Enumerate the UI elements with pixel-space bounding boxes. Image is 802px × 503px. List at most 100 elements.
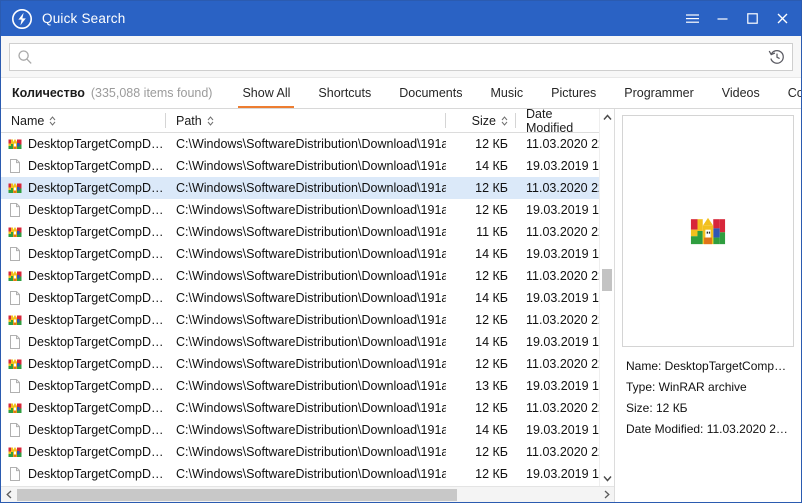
cell-path: C:\Windows\SoftwareDistribution\Download… bbox=[176, 137, 446, 151]
cell-name: DesktopTargetCompDB... bbox=[1, 221, 166, 243]
cell-path: C:\Windows\SoftwareDistribution\Download… bbox=[176, 291, 446, 305]
winrar-archive-icon bbox=[7, 224, 23, 240]
results-list[interactable]: DesktopTargetCompDB... C:\Windows\Softwar… bbox=[1, 133, 614, 486]
column-header-path[interactable]: Path bbox=[166, 109, 446, 132]
cell-path: C:\Windows\SoftwareDistribution\Download… bbox=[176, 203, 446, 217]
winrar-archive-icon bbox=[7, 312, 23, 328]
cell-path: C:\Windows\SoftwareDistribution\Download… bbox=[176, 467, 446, 481]
chevron-down-icon[interactable] bbox=[600, 470, 614, 486]
cell-name: DesktopTargetCompDB... bbox=[1, 243, 166, 265]
table-row[interactable]: DesktopTargetCompDB... C:\Windows\Softwar… bbox=[1, 155, 614, 177]
vertical-scrollbar[interactable] bbox=[599, 109, 614, 486]
cell-path: C:\Windows\SoftwareDistribution\Download… bbox=[176, 335, 446, 349]
table-row[interactable]: DesktopTargetCompDB... C:\Windows\Softwar… bbox=[1, 353, 614, 375]
sort-arrows-icon bbox=[207, 115, 214, 127]
history-icon[interactable] bbox=[768, 48, 786, 66]
cell-size: 12 КБ bbox=[475, 313, 508, 327]
column-header-row: Name Path Size Date Modified bbox=[1, 106, 614, 135]
cell-name: DesktopTargetCompDB... bbox=[1, 397, 166, 419]
cell-name: DesktopTargetCompDB... bbox=[1, 177, 166, 199]
count-label: Количество bbox=[12, 86, 85, 100]
window-controls bbox=[677, 5, 797, 33]
window-title: Quick Search bbox=[42, 11, 126, 26]
horizontal-scrollbar-track[interactable] bbox=[17, 487, 598, 503]
column-header-size-label: Size bbox=[471, 113, 496, 128]
vertical-scrollbar-thumb[interactable] bbox=[602, 269, 612, 291]
maximize-icon[interactable] bbox=[737, 5, 767, 33]
cell-name: DesktopTargetCompDB... bbox=[1, 199, 166, 221]
tab-music[interactable]: Music bbox=[476, 78, 537, 108]
table-row[interactable]: DesktopTargetCompDB... C:\Windows\Softwar… bbox=[1, 287, 614, 309]
table-row[interactable]: DesktopTargetCompDB... C:\Windows\Softwar… bbox=[1, 221, 614, 243]
search-box[interactable] bbox=[9, 43, 793, 71]
detail-size: Size: 12 КБ bbox=[626, 401, 688, 415]
items-found-label: (335,088 items found) bbox=[90, 86, 213, 100]
table-row[interactable]: DesktopTargetCompDB... C:\Windows\Softwar… bbox=[1, 375, 614, 397]
column-header-path-label: Path bbox=[176, 113, 202, 128]
quick-search-window: Quick Search Количество (335,088 items f… bbox=[0, 0, 802, 503]
file-name-label: DesktopTargetCompDB... bbox=[28, 335, 166, 349]
content-body: Name Path Size Date Modified DesktopTarg… bbox=[1, 106, 801, 502]
winrar-archive-icon bbox=[7, 136, 23, 152]
search-input[interactable] bbox=[33, 44, 768, 70]
table-row[interactable]: DesktopTargetCompDB... C:\Windows\Softwar… bbox=[1, 441, 614, 463]
detail-type: Type: WinRAR archive bbox=[626, 380, 747, 394]
tab-programmer[interactable]: Programmer bbox=[610, 78, 707, 108]
chevron-up-icon[interactable] bbox=[600, 109, 614, 125]
cell-name: DesktopTargetCompDB... bbox=[1, 155, 166, 177]
cell-name: DesktopTargetCompDB... bbox=[1, 133, 166, 155]
cell-name: DesktopTargetCompDB... bbox=[1, 419, 166, 441]
tab-compression[interactable]: Compression bbox=[774, 78, 801, 108]
file-name-label: DesktopTargetCompDB... bbox=[28, 247, 166, 261]
winrar-archive-icon bbox=[687, 210, 729, 252]
cell-path: C:\Windows\SoftwareDistribution\Download… bbox=[176, 357, 446, 371]
blank-document-icon bbox=[7, 378, 23, 394]
blank-document-icon bbox=[7, 466, 23, 482]
chevron-left-icon[interactable] bbox=[1, 487, 17, 503]
cell-path: C:\Windows\SoftwareDistribution\Download… bbox=[176, 181, 446, 195]
cell-path: C:\Windows\SoftwareDistribution\Download… bbox=[176, 445, 446, 459]
column-header-date-modified-label: Date Modified bbox=[526, 106, 574, 135]
cell-path: C:\Windows\SoftwareDistribution\Download… bbox=[176, 401, 446, 415]
tab-documents[interactable]: Documents bbox=[385, 78, 476, 108]
cell-name: DesktopTargetCompDB... bbox=[1, 441, 166, 463]
table-row[interactable]: DesktopTargetCompDB... C:\Windows\Softwar… bbox=[1, 463, 614, 485]
minimize-icon[interactable] bbox=[707, 5, 737, 33]
winrar-archive-icon bbox=[7, 180, 23, 196]
winrar-archive-icon bbox=[7, 444, 23, 460]
blank-document-icon bbox=[7, 290, 23, 306]
table-row[interactable]: DesktopTargetCompDB... C:\Windows\Softwar… bbox=[1, 177, 614, 199]
tab-shortcuts[interactable]: Shortcuts bbox=[304, 78, 385, 108]
sort-arrows-icon bbox=[49, 115, 56, 127]
chevron-right-icon[interactable] bbox=[598, 487, 614, 503]
cell-path: C:\Windows\SoftwareDistribution\Download… bbox=[176, 225, 446, 239]
cell-size: 12 КБ bbox=[475, 137, 508, 151]
file-name-label: DesktopTargetCompDB... bbox=[28, 159, 166, 173]
file-name-label: DesktopTargetCompDB... bbox=[28, 225, 166, 239]
table-row[interactable]: DesktopTargetCompDB... C:\Windows\Softwar… bbox=[1, 265, 614, 287]
hamburger-menu-icon[interactable] bbox=[677, 5, 707, 33]
table-row[interactable]: DesktopTargetCompDB... C:\Windows\Softwar… bbox=[1, 309, 614, 331]
preview-pane: Name: DesktopTargetCompDB_c... Type: Win… bbox=[615, 109, 801, 502]
cell-size: 14 КБ bbox=[475, 159, 508, 173]
column-header-size[interactable]: Size bbox=[446, 109, 516, 132]
cell-size: 12 КБ bbox=[475, 269, 508, 283]
winrar-archive-icon bbox=[7, 268, 23, 284]
tab-videos[interactable]: Videos bbox=[708, 78, 774, 108]
table-row[interactable]: DesktopTargetCompDB... C:\Windows\Softwar… bbox=[1, 243, 614, 265]
cell-size: 14 КБ bbox=[475, 291, 508, 305]
lightning-circle-icon bbox=[11, 8, 33, 30]
tab-pictures[interactable]: Pictures bbox=[537, 78, 610, 108]
table-row[interactable]: DesktopTargetCompDB... C:\Windows\Softwar… bbox=[1, 133, 614, 155]
filter-tab-bar: Количество (335,088 items found) Show Al… bbox=[1, 78, 801, 109]
table-row[interactable]: DesktopTargetCompDB... C:\Windows\Softwar… bbox=[1, 397, 614, 419]
tab-show-all[interactable]: Show All bbox=[228, 78, 304, 108]
file-name-label: DesktopTargetCompDB... bbox=[28, 203, 166, 217]
table-row[interactable]: DesktopTargetCompDB... C:\Windows\Softwar… bbox=[1, 331, 614, 353]
table-row[interactable]: DesktopTargetCompDB... C:\Windows\Softwar… bbox=[1, 419, 614, 441]
horizontal-scrollbar[interactable] bbox=[1, 486, 614, 502]
horizontal-scrollbar-thumb[interactable] bbox=[17, 488, 457, 501]
close-icon[interactable] bbox=[767, 5, 797, 33]
column-header-name[interactable]: Name bbox=[1, 109, 166, 132]
table-row[interactable]: DesktopTargetCompDB... C:\Windows\Softwar… bbox=[1, 199, 614, 221]
